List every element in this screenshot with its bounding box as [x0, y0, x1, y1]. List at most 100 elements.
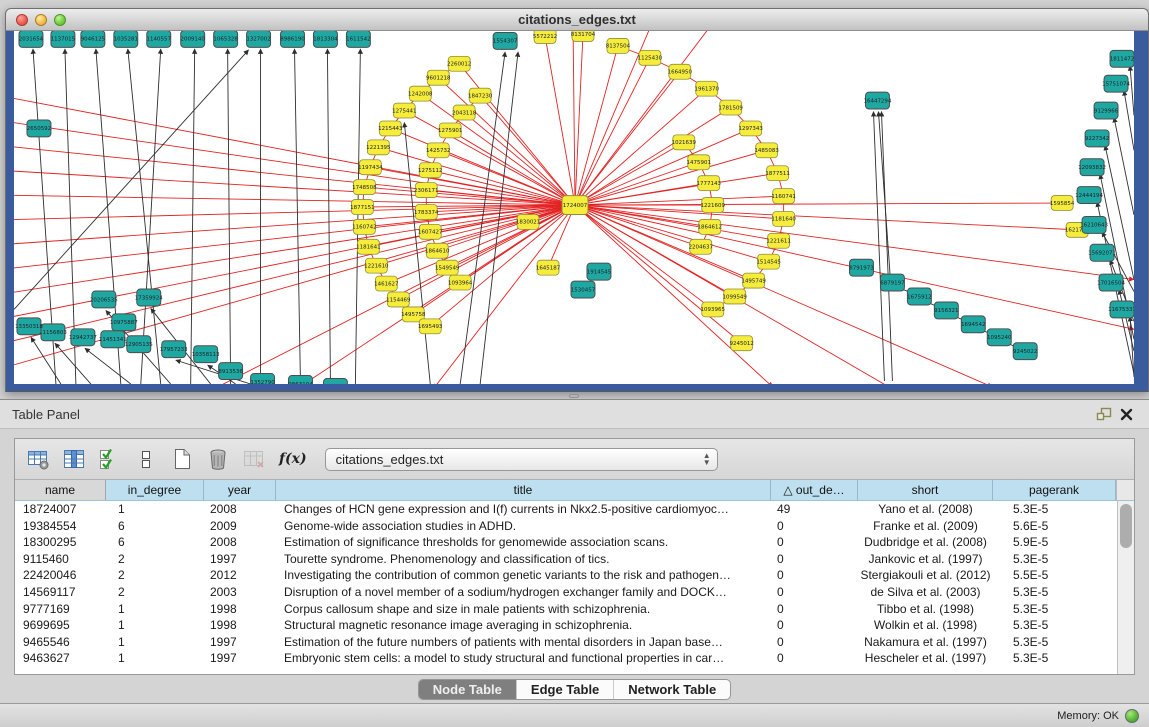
graph-node-label: 1813304	[313, 37, 338, 43]
panel-resize-handle[interactable]	[569, 394, 579, 398]
delete-column-trash-button[interactable]	[203, 444, 233, 474]
table-cell-in_degree: 6	[106, 534, 204, 551]
graph-node-label: 1811472	[1110, 57, 1134, 63]
table-select-dropdown[interactable]: citations_edges.txt ▲▼	[325, 448, 718, 471]
close-window-button[interactable]	[16, 14, 28, 26]
column-header-name[interactable]: name	[15, 480, 106, 500]
table-row[interactable]: 1456911722003Disruption of a novel membe…	[15, 584, 1134, 601]
table-cell-pagerank: 5.3E-5	[993, 617, 1116, 634]
graph-node-label: 12942737	[69, 335, 97, 341]
graph-node-label: 2204637	[689, 245, 714, 251]
tab-node-table[interactable]: Node Table	[419, 680, 516, 699]
header-scrollbar-spacer	[1116, 480, 1133, 500]
status-bar: Memory: OK	[0, 703, 1149, 727]
graph-node-label: 11451341	[99, 337, 127, 343]
table-cell-short: Nakamura et al. (1997)	[858, 634, 993, 651]
graph-edge	[575, 72, 680, 205]
graph-node-label: 1748508	[352, 185, 377, 191]
graph-node-label: 1495749	[741, 278, 766, 284]
graph-node-label: 15692071	[1088, 251, 1116, 257]
table-row[interactable]: 946362711997Embryonic stem cells: a mode…	[15, 650, 1134, 667]
graph-edge	[545, 36, 575, 205]
column-header-title[interactable]: title	[276, 480, 771, 500]
table-row[interactable]: 977716911998Corpus callosum shape and si…	[15, 601, 1134, 618]
graph-node-label: 1695493	[418, 324, 443, 330]
graph-node-label: 15751074	[1102, 81, 1130, 87]
select-column-button[interactable]	[59, 444, 89, 474]
table-cell-in_degree: 1	[106, 601, 204, 618]
table-row[interactable]: 1830029562008Estimation of significance …	[15, 534, 1134, 551]
graph-node-label: 1221395	[366, 145, 390, 151]
tab-edge-table[interactable]: Edge Table	[516, 680, 613, 699]
graph-node-label: 1221611	[766, 239, 790, 245]
graph-node-label: 1093965	[701, 307, 725, 313]
zoom-window-button[interactable]	[54, 14, 66, 26]
table-cell-pagerank: 5.6E-5	[993, 518, 1116, 535]
float-window-icon[interactable]	[1093, 404, 1115, 424]
graph-edge	[376, 205, 575, 266]
graph-node-label: 2260012	[447, 62, 471, 68]
table-row[interactable]: 1872400712008Changes of HCN gene express…	[15, 501, 1134, 518]
select-columns-checklist-button[interactable]	[95, 444, 125, 474]
table-cell-name: 18724007	[15, 501, 106, 518]
graph-node-label: 1297343	[738, 126, 763, 132]
memory-status-label: Memory: OK	[1057, 710, 1119, 722]
table-cell-year: 1998	[204, 601, 276, 618]
table-tabs: Node TableEdge TableNetwork Table	[418, 679, 731, 700]
table-row[interactable]: 1938455462009Genome-wide association stu…	[15, 518, 1134, 535]
graph-node-label: 1461627	[374, 281, 399, 287]
table-row[interactable]: 946554611997Estimation of the future num…	[15, 634, 1134, 651]
row-height-button[interactable]	[131, 444, 161, 474]
table-row[interactable]: 969969511998Structural magnetic resonanc…	[15, 617, 1134, 634]
graph-node-label: 1783374	[414, 210, 439, 216]
graph-node-label: 1877151	[350, 205, 374, 211]
table-row[interactable]: 911546021997Tourette syndrome. Phenomeno…	[15, 551, 1134, 568]
network-canvas[interactable]: 2260012960121812420081275441121544312213…	[14, 31, 1134, 384]
table-cell-pagerank: 5.3E-5	[993, 551, 1116, 568]
column-header-out_degree[interactable]: △ out_de…	[771, 480, 858, 500]
graph-node-label: 1035281	[114, 37, 138, 43]
table-body: 1872400712008Changes of HCN gene express…	[15, 501, 1134, 667]
scrollbar-thumb[interactable]	[1120, 504, 1132, 548]
table-cell-short: Tibbo et al. (1998)	[858, 601, 993, 618]
graph-node-label: 1327002	[246, 37, 270, 43]
table-row[interactable]: 2242004622012Investigating the contribut…	[15, 567, 1134, 584]
graph-node[interactable]	[323, 379, 347, 384]
graph-node-label: 1485083	[754, 148, 779, 154]
function-builder-button[interactable]: f(x)	[279, 451, 307, 467]
new-column-button[interactable]	[167, 444, 197, 474]
column-header-short[interactable]: short	[858, 480, 993, 500]
graph-edge	[294, 49, 300, 384]
graph-node-label: 2031654	[19, 37, 44, 43]
table-cell-title: Tourette syndrome. Phenomenology and cla…	[276, 551, 771, 568]
graph-node-label: 1095240	[987, 335, 1012, 341]
graph-edge	[355, 49, 360, 384]
table-settings-button[interactable]	[23, 444, 53, 474]
tab-network-table[interactable]: Network Table	[613, 680, 730, 699]
table-cell-name: 18300295	[15, 534, 106, 551]
memory-status-indicator[interactable]	[1125, 709, 1139, 723]
table-cell-short: Wolkin et al. (1998)	[858, 617, 993, 634]
graph-node-label: 17359924	[135, 295, 163, 301]
table-cell-out_degree: 0	[771, 567, 858, 584]
table-cell-pagerank: 5.3E-5	[993, 634, 1116, 651]
graph-node-label: 1877511	[765, 171, 789, 177]
column-header-year[interactable]: year	[204, 480, 276, 500]
vertical-scrollbar[interactable]	[1117, 501, 1134, 674]
graph-edge	[878, 112, 890, 280]
graph-node-label: 1160742	[352, 225, 376, 231]
table-panel: Table Panel	[0, 399, 1149, 727]
table-cell-name: 14569117	[15, 584, 106, 601]
minimize-window-button[interactable]	[35, 14, 47, 26]
close-icon[interactable]	[1115, 404, 1137, 424]
graph-edge	[438, 150, 575, 205]
table-cell-short: Yano et al. (2008)	[858, 501, 993, 518]
graph-node-label: 1099549	[723, 294, 748, 300]
column-header-in_degree[interactable]: in_degree	[106, 480, 204, 500]
graph-edge	[573, 31, 575, 205]
window-titlebar[interactable]: citations_edges.txt	[6, 9, 1148, 31]
graph-node-label: 1549549	[435, 265, 460, 271]
table-cell-year: 2009	[204, 518, 276, 535]
graph-edge	[228, 49, 231, 384]
column-header-pagerank[interactable]: pagerank	[993, 480, 1116, 500]
